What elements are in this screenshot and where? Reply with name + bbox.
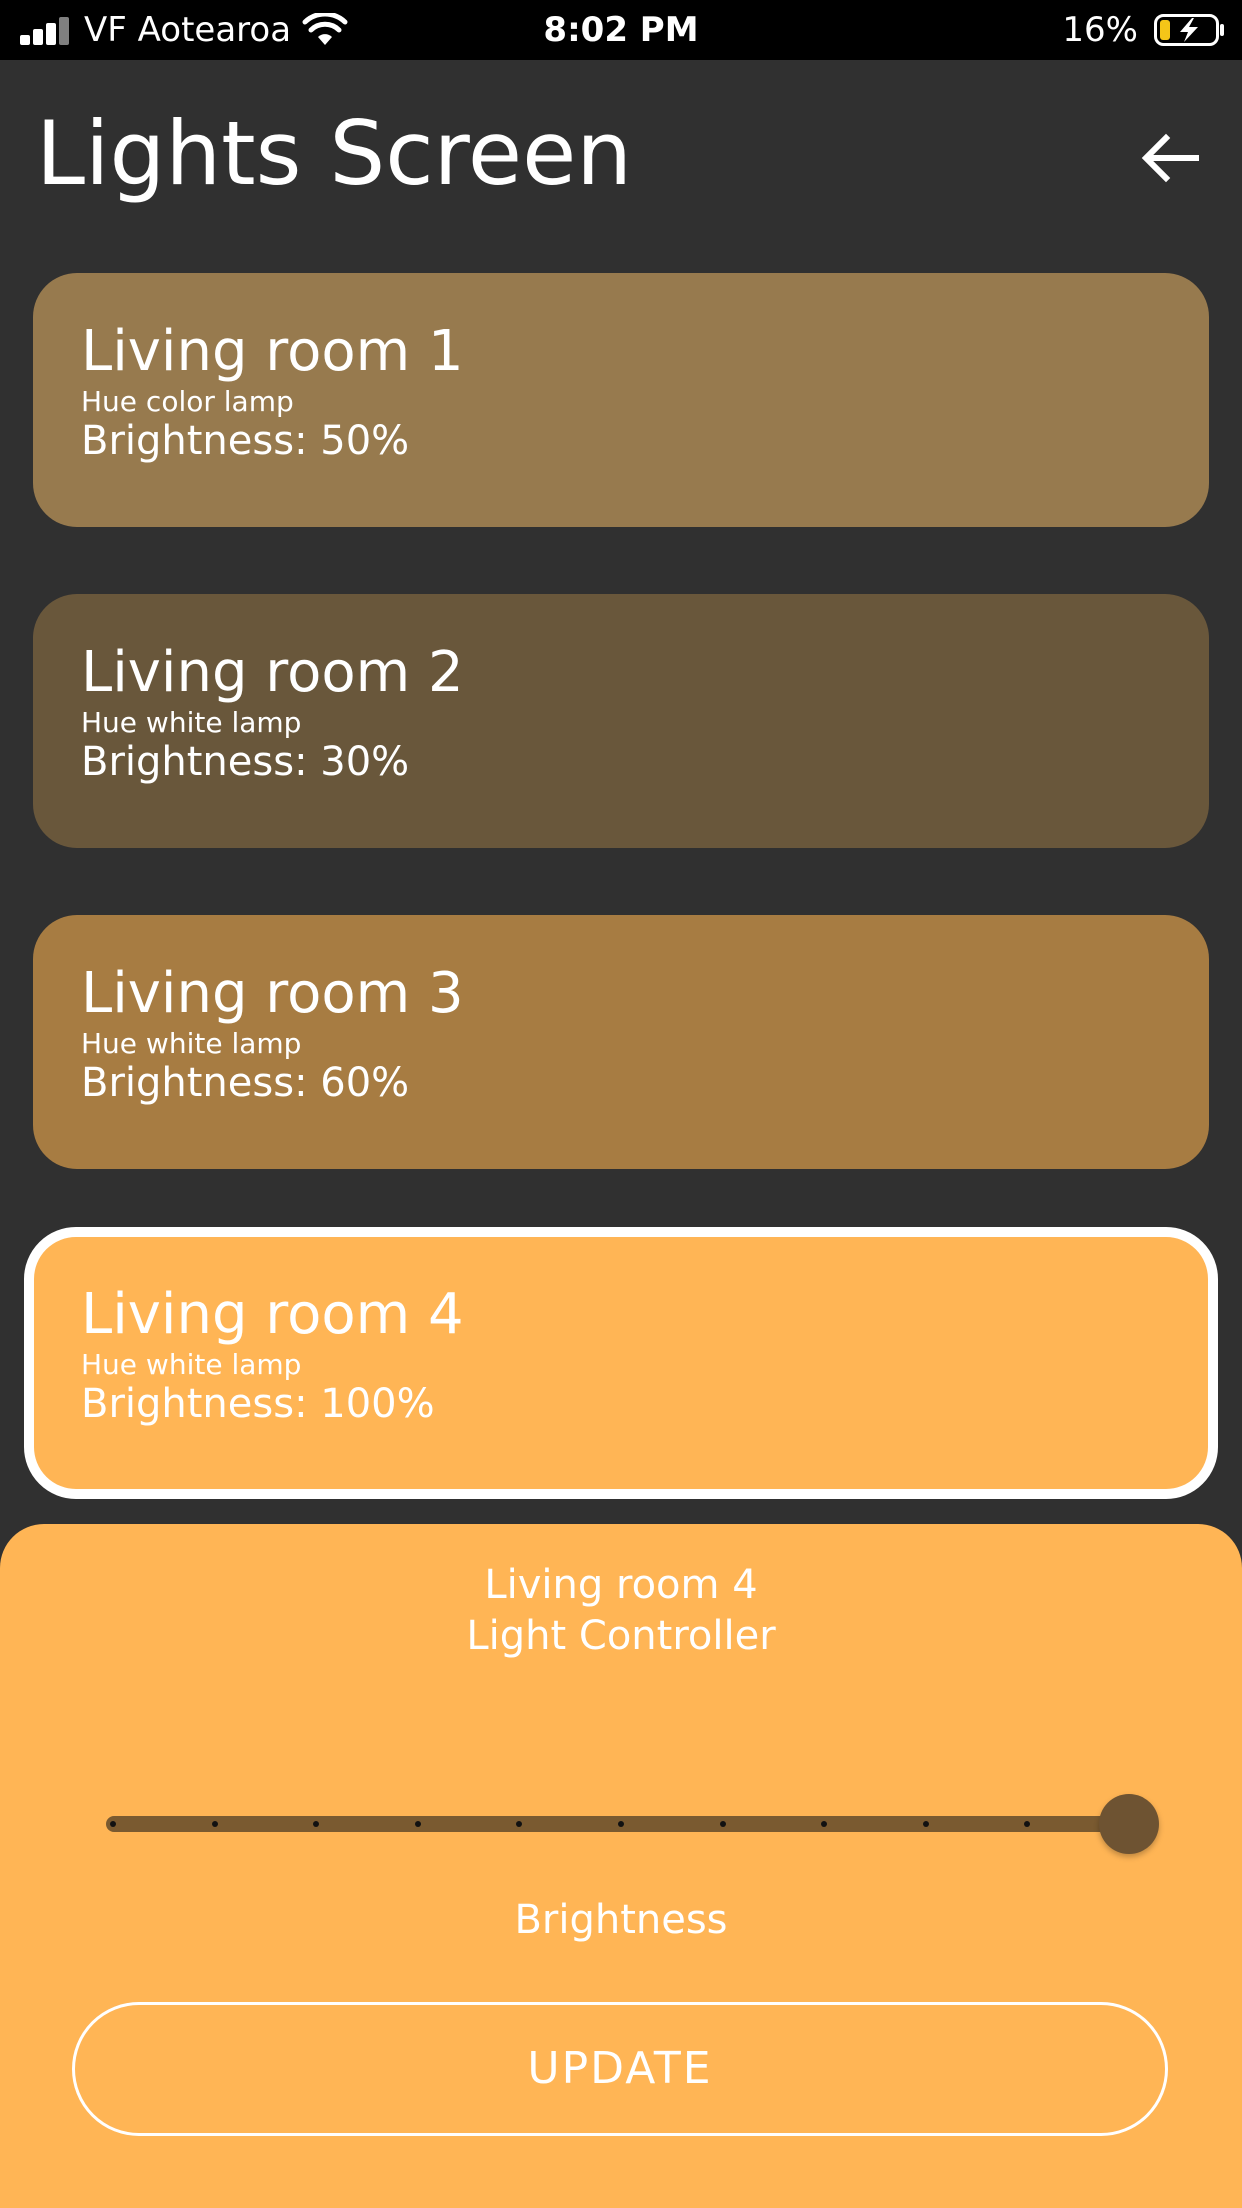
light-name: Living room 3 — [81, 961, 464, 1026]
light-card[interactable]: Living room 2 Hue white lamp Brightness:… — [33, 594, 1209, 848]
slider-tick — [313, 1821, 320, 1827]
light-name: Living room 1 — [81, 319, 464, 384]
app-header: Lights Screen — [0, 60, 1242, 250]
slider-tick — [1024, 1821, 1031, 1827]
light-name: Living room 4 — [81, 1282, 464, 1347]
brightness-slider-label: Brightness — [514, 1897, 728, 1943]
light-card[interactable]: Living room 1 Hue color lamp Brightness:… — [33, 273, 1209, 527]
battery-charging-icon — [1154, 14, 1224, 46]
light-type: Hue white lamp — [81, 1348, 302, 1381]
light-brightness: Brightness: 30% — [81, 739, 410, 785]
slider-tick — [516, 1821, 523, 1827]
light-card[interactable]: Living room 3 Hue white lamp Brightness:… — [33, 915, 1209, 1169]
light-brightness: Brightness: 50% — [81, 418, 410, 464]
slider-tick — [110, 1821, 116, 1827]
light-name: Living room 2 — [81, 640, 464, 705]
status-time: 8:02 PM — [543, 10, 699, 50]
brightness-slider-thumb[interactable] — [1099, 1794, 1159, 1854]
slider-tick — [821, 1821, 828, 1827]
update-button[interactable]: UPDATE — [72, 2002, 1168, 2136]
light-type: Hue white lamp — [81, 1027, 302, 1060]
battery-percent: 16% — [1062, 10, 1138, 50]
status-bar: VF Aotearoa 8:02 PM 16% — [0, 0, 1242, 60]
slider-tick — [922, 1821, 929, 1827]
back-arrow-icon[interactable] — [1130, 118, 1210, 198]
slider-tick — [719, 1821, 726, 1827]
light-controller-sheet: Living room 4 Light Controller Brightnes… — [0, 1524, 1242, 2208]
slider-tick — [211, 1821, 218, 1827]
slider-tick — [414, 1821, 421, 1827]
controller-light-name: Living room 4 — [484, 1562, 758, 1608]
light-brightness: Brightness: 100% — [81, 1381, 435, 1427]
light-type: Hue white lamp — [81, 706, 302, 739]
controller-title: Living room 4 Light Controller — [0, 1560, 1242, 1662]
slider-tick — [618, 1821, 624, 1827]
light-type: Hue color lamp — [81, 385, 294, 418]
light-brightness: Brightness: 60% — [81, 1060, 410, 1106]
light-card-selected[interactable]: Living room 4 Hue white lamp Brightness:… — [24, 1227, 1218, 1499]
brightness-slider[interactable] — [106, 1816, 1136, 1832]
controller-subtitle: Light Controller — [466, 1613, 776, 1659]
page-title: Lights Screen — [36, 102, 632, 205]
